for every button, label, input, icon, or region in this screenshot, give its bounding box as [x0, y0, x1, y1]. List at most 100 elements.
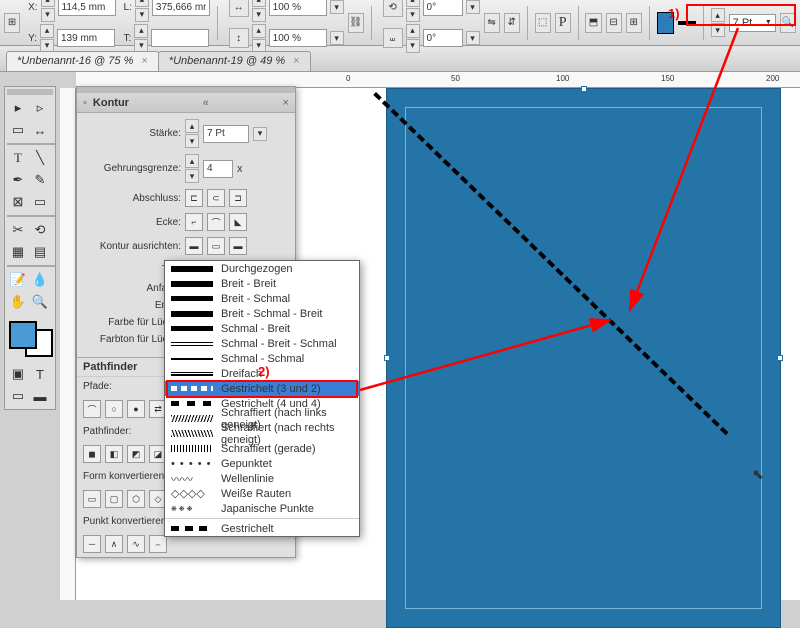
align-outside-icon[interactable]: ▬	[229, 237, 247, 255]
cap-round-icon[interactable]: ⊂	[207, 189, 225, 207]
y-step-up[interactable]: ▴	[40, 24, 54, 38]
gradient-tool[interactable]: ▦	[7, 241, 29, 263]
close-icon[interactable]: ×	[141, 55, 147, 67]
margin-guide	[405, 107, 762, 609]
eyedropper-tool[interactable]: 💧	[29, 269, 51, 291]
x-label: X:	[28, 2, 37, 13]
line-tool[interactable]: ╲	[29, 147, 51, 169]
stroke-option[interactable]: Schmal - Breit	[165, 321, 359, 336]
join-round-icon[interactable]: ⌒	[207, 213, 225, 231]
anchor-icon[interactable]: ⊞	[4, 13, 20, 33]
zoom-tool[interactable]: 🔍	[29, 291, 51, 313]
type-tool[interactable]: T	[7, 147, 29, 169]
color-swap[interactable]	[7, 319, 55, 359]
stroke-option[interactable]: Durchgezogen	[165, 261, 359, 276]
t-input[interactable]	[151, 29, 209, 47]
cap-butt-icon[interactable]: ⊏	[185, 189, 203, 207]
join-bevel-icon[interactable]: ◣	[229, 213, 247, 231]
align-inside-icon[interactable]: ▭	[207, 237, 225, 255]
stroke-option[interactable]: ◇◇◇◇Weiße Rauten	[165, 486, 359, 501]
normal-view-icon[interactable]: ▭	[7, 385, 29, 407]
x-input[interactable]	[58, 0, 116, 16]
note-tool[interactable]: 📝	[7, 269, 29, 291]
pf-subtract-icon[interactable]: ◧	[105, 445, 123, 463]
stroke-option[interactable]: Breit - Schmal	[165, 291, 359, 306]
stroke-option[interactable]: Breit - Breit	[165, 276, 359, 291]
panel-menu-icon[interactable]: ×	[283, 97, 289, 109]
shear-icon[interactable]: ⧢	[383, 28, 403, 48]
scale-v-icon[interactable]: ↕	[229, 28, 249, 48]
flip-h-icon[interactable]: ⇋	[484, 13, 500, 33]
select-container-icon[interactable]: ⬚	[535, 13, 551, 33]
fill-color[interactable]	[9, 321, 37, 349]
handle-left[interactable]	[384, 355, 390, 361]
shear-input[interactable]	[423, 29, 463, 47]
rotate-icon[interactable]: ⟲	[383, 0, 403, 17]
shape-rect-icon[interactable]: ▭	[83, 490, 101, 508]
page-rect[interactable]	[386, 88, 781, 628]
x-step-up[interactable]: ▴	[41, 0, 55, 7]
join-miter-icon[interactable]: ⌐	[185, 213, 203, 231]
rotate-input[interactable]	[423, 0, 463, 16]
stroke-option[interactable]: Breit - Schmal - Breit	[165, 306, 359, 321]
miter-input[interactable]	[203, 160, 233, 178]
hand-tool[interactable]: ✋	[7, 291, 29, 313]
l-label: L:	[124, 2, 132, 13]
pencil-tool[interactable]: ✎	[29, 169, 51, 191]
panel-close-icon[interactable]: «	[203, 97, 209, 109]
stroke-weight-input[interactable]	[203, 125, 249, 143]
page-tool[interactable]: ▭	[7, 119, 29, 141]
stroke-option[interactable]: • • • • •Gepunktet	[165, 456, 359, 471]
stroke-option[interactable]: 〰〰Wellenlinie	[165, 471, 359, 486]
scale-h-icon[interactable]: ↔	[229, 0, 249, 17]
pt-corner-icon[interactable]: ∧	[105, 535, 123, 553]
l-input[interactable]	[152, 0, 210, 16]
shape-round-icon[interactable]: ▢	[105, 490, 123, 508]
rect-tool[interactable]: ▭	[29, 191, 51, 213]
flip-v-icon[interactable]: ⇵	[504, 13, 520, 33]
apply-color-icon[interactable]: ▣	[7, 363, 29, 385]
stroke-option[interactable]: Schmal - Breit - Schmal	[165, 336, 359, 351]
kontur-panel-header[interactable]: ◦Kontur « ×	[77, 93, 295, 113]
align-icon[interactable]: ⊟	[606, 13, 622, 33]
scissors-tool[interactable]: ✂	[7, 219, 29, 241]
preview-view-icon[interactable]: ▬	[29, 385, 51, 407]
y-input[interactable]	[57, 29, 115, 47]
shape-bevel-icon[interactable]: ⬡	[127, 490, 145, 508]
selection-tool[interactable]: ▸	[7, 97, 29, 119]
pf-add-icon[interactable]: ◼	[83, 445, 101, 463]
pt-sym-icon[interactable]: ⌢	[149, 535, 167, 553]
transform-tool[interactable]: ⟲	[29, 219, 51, 241]
cap-square-icon[interactable]: ⊐	[229, 189, 247, 207]
gradient-feather-tool[interactable]: ▤	[29, 241, 51, 263]
path-close-icon[interactable]: ●	[127, 400, 145, 418]
stroke-option[interactable]: ❋ ❋ ❋Japanische Punkte	[165, 501, 359, 516]
stroke-option[interactable]: Gestrichelt	[165, 521, 359, 536]
link-scale-icon[interactable]: ⛓	[348, 13, 364, 33]
align-center-icon[interactable]: ▬	[185, 237, 203, 255]
arrange-icon[interactable]: ⬒	[585, 13, 601, 33]
distribute-icon[interactable]: ⊞	[626, 13, 642, 33]
path-join-icon[interactable]: ⌒	[83, 400, 101, 418]
direct-selection-tool[interactable]: ▹	[29, 97, 51, 119]
x-step-down[interactable]: ▾	[41, 8, 55, 22]
pt-plain-icon[interactable]: ─	[83, 535, 101, 553]
annotation-label-2: 2)	[258, 364, 270, 379]
rect-frame-tool[interactable]: ⊠	[7, 191, 29, 213]
path-open-icon[interactable]: ○	[105, 400, 123, 418]
handle-right[interactable]	[777, 355, 783, 361]
handle-top[interactable]	[581, 86, 587, 92]
tab-unbenannt-16[interactable]: *Unbenannt-16 @ 75 %×	[6, 51, 159, 71]
gap-tool[interactable]: ↔	[29, 119, 51, 141]
annotation-label-1: 1)	[668, 6, 680, 21]
tab-unbenannt-19[interactable]: *Unbenannt-19 @ 49 %×	[158, 51, 311, 71]
apply-none-icon[interactable]: T	[29, 363, 51, 385]
select-content-icon[interactable]: P	[555, 13, 571, 33]
close-icon[interactable]: ×	[293, 55, 299, 67]
scale-x-input[interactable]	[269, 0, 327, 16]
scale-y-input[interactable]	[269, 29, 327, 47]
stroke-option[interactable]: Schraffiert (nach rechts geneigt)	[165, 426, 359, 441]
pen-tool[interactable]: ✒	[7, 169, 29, 191]
pt-smooth-icon[interactable]: ∿	[127, 535, 145, 553]
pf-intersect-icon[interactable]: ◩	[127, 445, 145, 463]
